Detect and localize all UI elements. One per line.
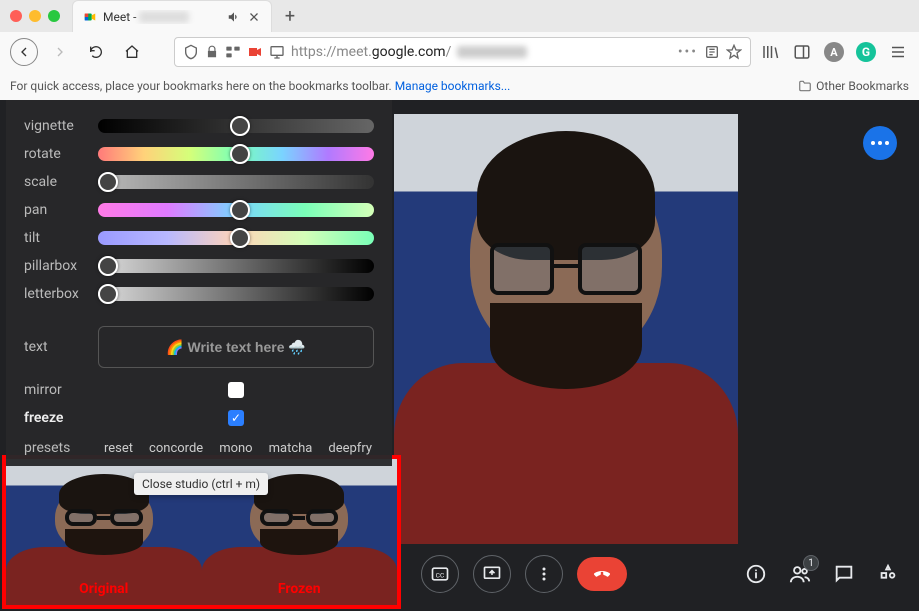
pillarbox-slider-thumb[interactable]	[98, 256, 118, 276]
sidebar-icon[interactable]	[791, 41, 813, 63]
participants-button[interactable]: 1	[787, 561, 813, 587]
screen-share-icon[interactable]	[269, 44, 285, 60]
pillarbox-slider[interactable]	[98, 259, 374, 273]
vignette-slider[interactable]	[98, 119, 374, 133]
scale-slider[interactable]	[98, 175, 374, 189]
reader-icon[interactable]	[704, 44, 720, 60]
scale-slider-thumb[interactable]	[98, 172, 118, 192]
preset-mono[interactable]: mono	[219, 441, 252, 456]
bookmark-hint: For quick access, place your bookmarks h…	[10, 79, 395, 93]
slider-label-rotate: rotate	[24, 146, 88, 162]
browser-chrome: Meet - + https://meet.google.com/	[0, 0, 919, 100]
more-options-button[interactable]	[525, 555, 563, 593]
window-close-button[interactable]	[10, 10, 22, 22]
frozen-label: Frozen	[202, 581, 398, 597]
url-text: https://meet.google.com/	[291, 44, 451, 60]
slider-label-pillarbox: pillarbox	[24, 258, 88, 274]
meet-bottom-bar: CC 1	[403, 537, 919, 611]
pan-slider[interactable]	[98, 203, 374, 217]
page-actions-icon[interactable]: •••	[678, 44, 698, 60]
preset-matcha[interactable]: matcha	[269, 441, 313, 456]
close-studio-tooltip: Close studio (ctrl + m)	[134, 473, 268, 495]
url-bar[interactable]: https://meet.google.com/ •••	[174, 37, 751, 67]
studio-controls-panel: vignette rotate scale pan tilt pillarbox lette…	[6, 100, 392, 466]
mirror-checkbox[interactable]	[228, 382, 244, 398]
lock-icon[interactable]	[205, 45, 219, 59]
toolbar-right: A G	[759, 41, 909, 63]
camera-icon[interactable]	[247, 44, 263, 60]
original-label: Original	[6, 581, 202, 597]
captions-button[interactable]: CC	[421, 555, 459, 593]
menu-icon[interactable]	[887, 41, 909, 63]
audio-icon[interactable]	[227, 10, 241, 24]
account-icon[interactable]: A	[823, 41, 845, 63]
more-actions-button[interactable]	[863, 126, 897, 160]
preset-reset[interactable]: reset	[104, 441, 133, 456]
forward-button	[46, 38, 74, 66]
chat-button[interactable]	[831, 561, 857, 587]
meeting-details-button[interactable]	[743, 561, 769, 587]
tab-title: Meet -	[103, 10, 221, 24]
mirror-label: mirror	[24, 382, 88, 398]
nav-bar: https://meet.google.com/ ••• A G	[0, 32, 919, 72]
preset-concorde[interactable]: concorde	[149, 441, 203, 456]
browser-tab[interactable]: Meet -	[72, 0, 272, 32]
tab-bar: Meet - +	[0, 0, 919, 32]
meet-app: vignette rotate scale pan tilt pillarbox lette…	[0, 100, 919, 611]
slider-label-pan: pan	[24, 202, 88, 218]
slider-label-tilt: tilt	[24, 230, 88, 246]
pan-slider-thumb[interactable]	[230, 200, 250, 220]
tilt-slider[interactable]	[98, 231, 374, 245]
present-button[interactable]	[473, 555, 511, 593]
presets-label: presets	[24, 440, 88, 456]
meet-favicon-icon	[83, 10, 97, 24]
grammarly-icon[interactable]: G	[855, 41, 877, 63]
shield-icon[interactable]	[183, 44, 199, 60]
permissions-icon[interactable]	[225, 44, 241, 60]
freeze-label: freeze	[24, 410, 88, 426]
other-bookmarks-folder[interactable]: Other Bookmarks	[798, 79, 909, 93]
reload-button[interactable]	[82, 38, 110, 66]
slider-label-letterbox: letterbox	[24, 286, 88, 302]
letterbox-slider[interactable]	[98, 287, 374, 301]
window-minimize-button[interactable]	[29, 10, 41, 22]
slider-label-scale: scale	[24, 174, 88, 190]
home-button[interactable]	[118, 38, 146, 66]
preset-deepfry[interactable]: deepfry	[328, 441, 372, 456]
svg-text:CC: CC	[436, 571, 445, 579]
freeze-checkbox[interactable]: ✓	[228, 410, 244, 426]
overlay-text-input[interactable]	[98, 326, 374, 368]
other-bookmarks-label: Other Bookmarks	[816, 79, 909, 93]
window-controls	[10, 10, 60, 22]
main-video	[394, 114, 738, 544]
vignette-slider-thumb[interactable]	[230, 116, 250, 136]
rotate-slider[interactable]	[98, 147, 374, 161]
back-button[interactable]	[10, 38, 38, 66]
end-call-button[interactable]	[577, 557, 627, 591]
preview-thumbnails: Close studio (ctrl + m) Original Froz	[2, 455, 401, 609]
slider-label-vignette: vignette	[24, 118, 88, 134]
window-zoom-button[interactable]	[48, 10, 60, 22]
library-icon[interactable]	[759, 41, 781, 63]
activities-button[interactable]	[875, 561, 901, 587]
bookmark-bar: For quick access, place your bookmarks h…	[0, 72, 919, 100]
new-tab-button[interactable]: +	[276, 2, 304, 30]
tab-close-button[interactable]	[247, 10, 261, 24]
manage-bookmarks-link[interactable]: Manage bookmarks...	[395, 79, 511, 93]
rotate-slider-thumb[interactable]	[230, 144, 250, 164]
bookmark-star-icon[interactable]	[726, 44, 742, 60]
tilt-slider-thumb[interactable]	[230, 228, 250, 248]
letterbox-slider-thumb[interactable]	[98, 284, 118, 304]
text-label: text	[24, 339, 88, 355]
participants-count-badge: 1	[803, 555, 819, 571]
url-icons	[183, 44, 285, 60]
